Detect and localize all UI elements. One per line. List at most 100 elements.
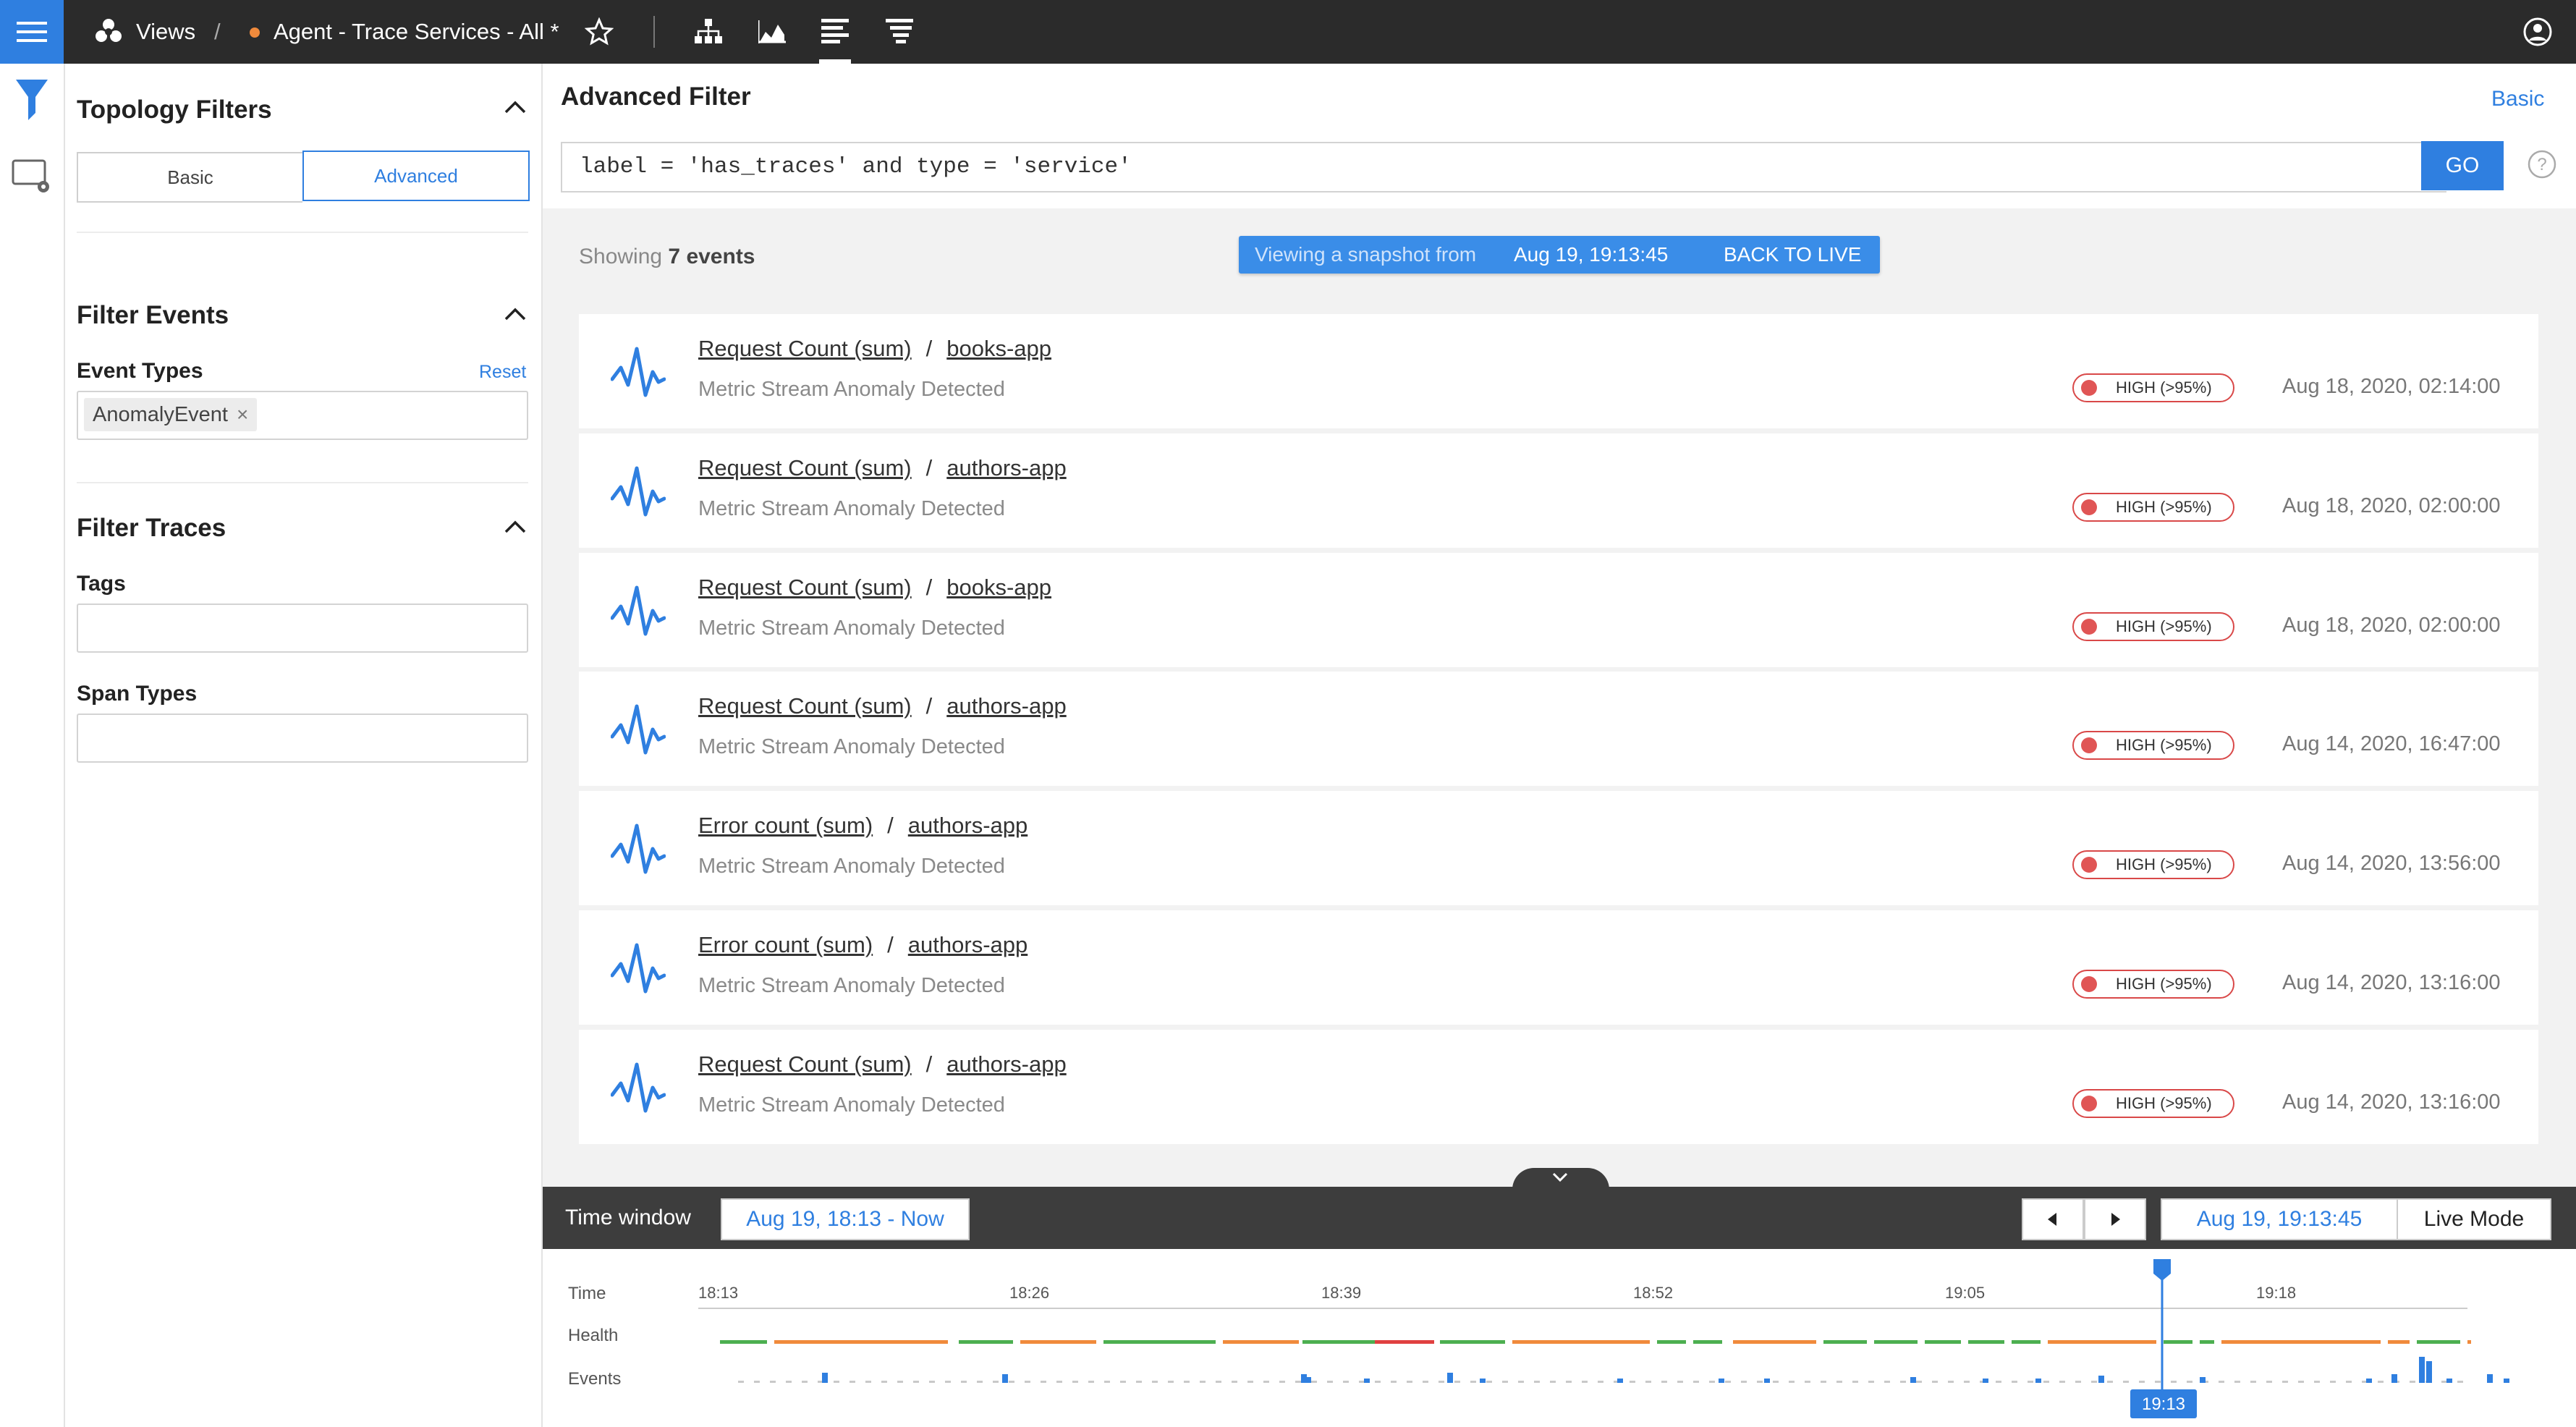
chevron-up-icon[interactable] <box>504 307 526 321</box>
events-baseline <box>2314 1381 2320 1383</box>
events-baseline <box>1088 1381 1094 1383</box>
service-link[interactable]: authors-app <box>946 455 1066 480</box>
anomaly-icon <box>611 1062 666 1113</box>
reset-link[interactable]: Reset <box>479 362 526 383</box>
event-card[interactable]: Request Count (sum) / books-app Metric Stre… <box>579 314 2538 428</box>
events-list-icon[interactable] <box>821 19 849 43</box>
event-bar <box>1617 1379 1623 1383</box>
service-link[interactable]: authors-app <box>946 1051 1066 1077</box>
service-link[interactable]: books-app <box>946 575 1051 600</box>
health-segment <box>1302 1340 1375 1344</box>
toolbar-divider <box>653 16 655 48</box>
current-time-button[interactable]: Aug 19, 19:13:45 <box>2161 1198 2398 1240</box>
anomaly-icon <box>611 823 666 874</box>
event-bar <box>1002 1374 1008 1383</box>
events-baseline <box>1391 1381 1397 1383</box>
events-baseline <box>2075 1381 2081 1383</box>
event-card[interactable]: Error count (sum) / authors-app Metric Stre… <box>579 910 2538 1025</box>
events-baseline <box>1948 1381 1954 1383</box>
events-baseline <box>2441 1381 2447 1383</box>
service-link[interactable]: authors-app <box>908 813 1028 838</box>
time-marker-handle[interactable] <box>2153 1259 2171 1281</box>
time-tick-label: 19:05 <box>1945 1284 1985 1302</box>
next-button[interactable] <box>2084 1198 2146 1240</box>
metric-link[interactable]: Request Count (sum) <box>698 575 912 600</box>
metric-link[interactable]: Request Count (sum) <box>698 693 912 719</box>
event-bar <box>2446 1379 2452 1383</box>
event-bar <box>1447 1373 1453 1383</box>
event-bar <box>2366 1379 2372 1383</box>
event-subtitle: Metric Stream Anomaly Detected <box>698 617 1005 640</box>
health-segment <box>2221 1340 2381 1344</box>
events-baseline <box>1964 1381 1970 1383</box>
filter-icon[interactable] <box>16 80 48 120</box>
events-baseline <box>1375 1381 1381 1383</box>
user-icon[interactable] <box>2522 17 2553 47</box>
health-segment <box>1657 1340 1686 1344</box>
events-baseline <box>1072 1381 1078 1383</box>
anomaly-icon <box>611 585 666 636</box>
view-settings-icon[interactable] <box>12 159 52 195</box>
help-icon[interactable]: ? <box>2527 149 2557 179</box>
advanced-filter-header: Advanced Filter Basic label = 'has_trace… <box>543 64 2576 208</box>
live-mode-button[interactable]: Live Mode <box>2397 1198 2551 1240</box>
event-card[interactable]: Error count (sum) / authors-app Metric Stre… <box>579 791 2538 905</box>
advanced-toggle[interactable]: Advanced <box>302 151 530 201</box>
chip-remove-icon[interactable]: × <box>237 403 248 426</box>
query-input[interactable]: label = 'has_traces' and type = 'service… <box>561 142 2446 192</box>
time-window-label: Time window <box>565 1206 691 1229</box>
anomaly-icon <box>611 347 666 397</box>
topology-icon[interactable] <box>695 19 722 45</box>
metric-link[interactable]: Error count (sum) <box>698 813 873 838</box>
health-segment <box>2048 1340 2156 1344</box>
prev-button[interactable] <box>2022 1198 2084 1240</box>
menu-button[interactable] <box>0 0 64 64</box>
service-link[interactable]: authors-app <box>908 932 1028 957</box>
snapshot-banner: Viewing a snapshot from Aug 19, 19:13:45… <box>1239 236 1880 274</box>
events-baseline <box>2107 1381 2113 1383</box>
back-to-live-button[interactable]: BACK TO LIVE <box>1724 236 1861 274</box>
view-title[interactable]: Agent - Trace Services - All * <box>274 0 559 64</box>
metric-link[interactable]: Request Count (sum) <box>698 336 912 361</box>
service-link[interactable]: authors-app <box>946 693 1066 719</box>
event-card[interactable]: Request Count (sum) / authors-app Metric St… <box>579 433 2538 548</box>
time-range-button[interactable]: Aug 19, 18:13 - Now <box>721 1198 970 1240</box>
basic-toggle[interactable]: Basic <box>77 152 302 203</box>
health-segment <box>2467 1340 2471 1344</box>
span-types-input[interactable] <box>77 714 528 763</box>
divider <box>77 232 528 233</box>
events-baseline <box>2123 1381 2129 1383</box>
service-link[interactable]: books-app <box>946 336 1051 361</box>
timeline[interactable]: Time Health Events 18:13 18:26 18:39 18:52 1… <box>543 1249 2576 1427</box>
chart-icon[interactable] <box>758 20 786 43</box>
event-bar <box>822 1373 828 1383</box>
severity-label: HIGH (>95%) <box>2116 736 2212 754</box>
event-bar <box>1305 1377 1311 1383</box>
event-bar <box>1364 1379 1370 1383</box>
breadcrumb-separator: / <box>214 19 221 44</box>
events-baseline <box>834 1381 839 1383</box>
events-baseline <box>2091 1381 2097 1383</box>
metric-link[interactable]: Error count (sum) <box>698 932 873 957</box>
anomaly-icon <box>611 704 666 755</box>
event-card[interactable]: Request Count (sum) / authors-app Metric St… <box>579 1030 2538 1144</box>
star-icon[interactable] <box>585 17 614 46</box>
chevron-up-icon[interactable] <box>504 520 526 534</box>
timeline-chart[interactable]: 18:13 18:26 18:39 18:52 19:05 19:18 19:13 <box>543 1249 2576 1427</box>
event-card[interactable]: Request Count (sum) / authors-app Metric St… <box>579 672 2538 786</box>
chevron-up-icon[interactable] <box>504 100 526 114</box>
metric-link[interactable]: Request Count (sum) <box>698 455 912 480</box>
go-button[interactable]: GO <box>2421 141 2504 190</box>
basic-link[interactable]: Basic <box>2491 87 2544 111</box>
events-baseline <box>850 1381 855 1383</box>
events-baseline <box>2059 1381 2065 1383</box>
events-baseline <box>1789 1381 1795 1383</box>
metric-link[interactable]: Request Count (sum) <box>698 1051 912 1077</box>
traces-icon[interactable] <box>886 19 913 43</box>
tags-input[interactable] <box>77 604 528 653</box>
event-types-input[interactable]: AnomalyEvent × <box>77 391 528 440</box>
event-card[interactable]: Request Count (sum) / books-app Metric Stre… <box>579 553 2538 667</box>
events-baseline <box>1645 1381 1651 1383</box>
health-segment <box>1020 1340 1096 1344</box>
views-link[interactable]: Views <box>136 0 195 64</box>
